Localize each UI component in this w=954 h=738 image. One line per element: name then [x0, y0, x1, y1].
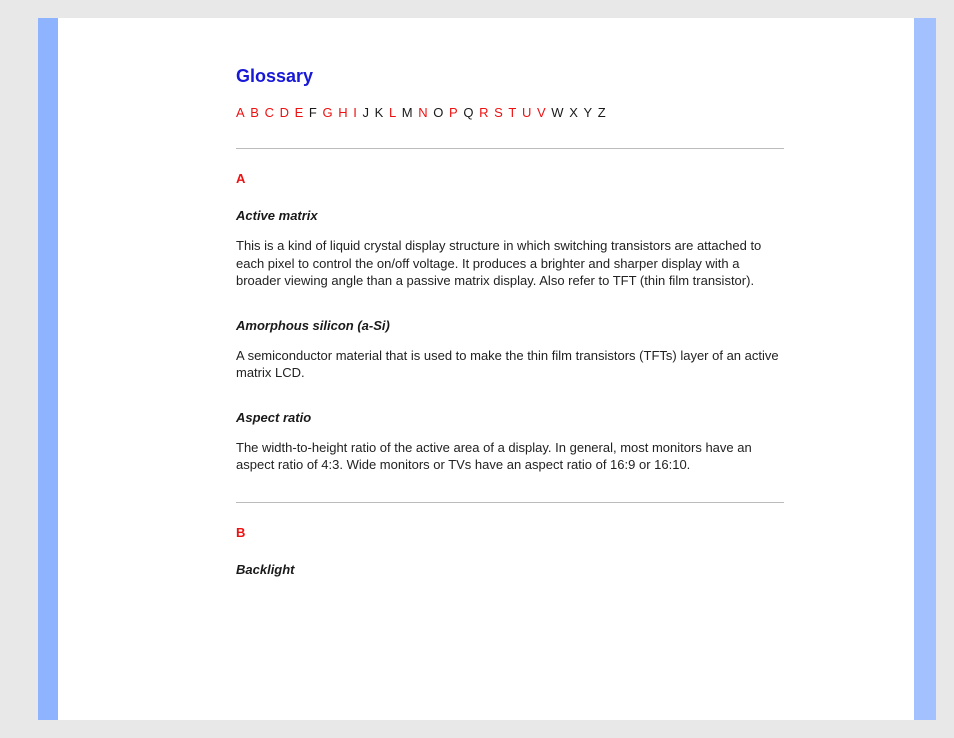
term-title: Backlight — [236, 562, 784, 577]
term-body: A semiconductor material that is used to… — [236, 347, 784, 382]
term-title: Active matrix — [236, 208, 784, 223]
alpha-link-m: M — [402, 105, 415, 120]
alpha-link-t[interactable]: T — [508, 105, 518, 120]
section-letter-a: A — [236, 171, 784, 186]
alpha-link-e[interactable]: E — [295, 105, 306, 120]
alpha-link-k: K — [375, 105, 386, 120]
term-body: This is a kind of liquid crystal display… — [236, 237, 784, 290]
alpha-link-x: X — [569, 105, 580, 120]
decorative-bar-right — [914, 18, 936, 720]
alpha-link-r[interactable]: R — [479, 105, 490, 120]
term-title: Aspect ratio — [236, 410, 784, 425]
section-divider — [236, 148, 784, 149]
alpha-link-d[interactable]: D — [280, 105, 291, 120]
alpha-link-h[interactable]: H — [338, 105, 349, 120]
alpha-link-l[interactable]: L — [389, 105, 398, 120]
section-letter-b: B — [236, 525, 784, 540]
alpha-link-n[interactable]: N — [418, 105, 429, 120]
term-body: The width-to-height ratio of the active … — [236, 439, 784, 474]
alpha-link-a[interactable]: A — [236, 105, 247, 120]
alpha-link-v[interactable]: V — [537, 105, 548, 120]
document-page: Glossary A B C D E F G H I J K L M N O P… — [58, 18, 914, 720]
glossary-entry: Backlight — [236, 562, 784, 577]
alpha-link-s[interactable]: S — [494, 105, 505, 120]
alpha-link-i[interactable]: I — [353, 105, 359, 120]
alpha-link-b[interactable]: B — [250, 105, 261, 120]
alpha-link-o: O — [433, 105, 445, 120]
alpha-link-c[interactable]: C — [265, 105, 276, 120]
alpha-link-g[interactable]: G — [323, 105, 335, 120]
alpha-link-f: F — [309, 105, 319, 120]
glossary-entry: Aspect ratio The width-to-height ratio o… — [236, 410, 784, 474]
alpha-link-p[interactable]: P — [449, 105, 460, 120]
glossary-entry: Active matrix This is a kind of liquid c… — [236, 208, 784, 290]
alpha-link-u[interactable]: U — [522, 105, 533, 120]
glossary-entry: Amorphous silicon (a-Si) A semiconductor… — [236, 318, 784, 382]
alpha-link-z: Z — [598, 105, 608, 120]
alpha-link-w: W — [551, 105, 565, 120]
alpha-link-j: J — [363, 105, 372, 120]
page-title: Glossary — [236, 66, 784, 87]
alpha-index: A B C D E F G H I J K L M N O P Q R S T … — [236, 105, 784, 120]
alpha-link-y: Y — [583, 105, 594, 120]
alpha-link-q: Q — [463, 105, 475, 120]
section-divider — [236, 502, 784, 503]
decorative-bar-left — [38, 18, 58, 720]
term-title: Amorphous silicon (a-Si) — [236, 318, 784, 333]
